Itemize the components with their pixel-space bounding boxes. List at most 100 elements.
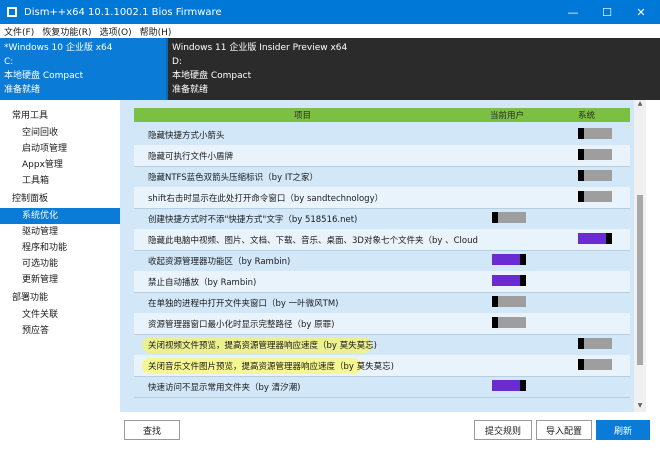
row-label: 隐藏此电脑中视频、图片、文档、下载、音乐、桌面、3D对象七个文件夹（by 、Cl… (148, 236, 478, 246)
current-user-toggle[interactable] (492, 254, 526, 265)
menu-restore[interactable]: 恢复功能(R) (38, 25, 95, 38)
sidebar-item-updates[interactable]: 更新管理 (0, 272, 120, 288)
current-user-toggle[interactable] (492, 296, 526, 307)
table-row[interactable]: 隐藏NTFS蓝色双箭头压缩标识（by IT之家） (134, 166, 630, 188)
row-label: 隐藏NTFS蓝色双箭头压缩标识（by IT之家） (148, 173, 319, 183)
row-label: 快速访问不显示常用文件夹（by 清汐潮) (148, 383, 301, 393)
table-row[interactable]: 在单独的进程中打开文件夹窗口（by 一叶微风TM) (134, 292, 630, 314)
toggle-knob (578, 128, 584, 139)
current-user-toggle[interactable] (492, 275, 526, 286)
session-disk: 本地硬盘 Compact (172, 71, 252, 81)
session-name: *Windows 10 企业版 x64 (4, 43, 113, 53)
sidebar-item-file-assoc[interactable]: 文件关联 (0, 307, 120, 323)
maximize-icon[interactable]: ☐ (590, 0, 624, 24)
close-icon[interactable]: ✕ (624, 0, 658, 24)
submit-rule-button[interactable]: 提交规则 (474, 420, 532, 440)
table-row[interactable]: 创建快捷方式时不添"快捷方式"文字（by 518516.net) (134, 208, 630, 230)
session-disk: 本地硬盘 Compact (4, 71, 84, 81)
sidebar-item-programs[interactable]: 程序和功能 (0, 240, 120, 256)
refresh-button[interactable]: 刷新 (596, 420, 650, 440)
toggle-knob (520, 275, 526, 286)
menu-options[interactable]: 选项(O) (95, 25, 135, 38)
system-toggle[interactable] (578, 233, 612, 244)
table-row[interactable]: shift右击时显示在此处打开命令窗口（by sandtechnology） (134, 187, 630, 209)
toggle-knob (492, 296, 498, 307)
column-header-current-user[interactable]: 当前用户 (490, 109, 524, 121)
system-toggle[interactable] (578, 191, 612, 202)
row-label: shift右击时显示在此处打开命令窗口（by sandtechnology） (148, 194, 384, 204)
import-config-button[interactable]: 导入配置 (536, 420, 592, 440)
watermark-name: amdsound (575, 445, 654, 463)
row-label: 在单独的进程中打开文件夹窗口（by 一叶微风TM) (148, 299, 339, 309)
watermark: bilibili amdsound (522, 445, 654, 463)
current-user-toggle[interactable] (492, 212, 526, 223)
sidebar-item-optional-features[interactable]: 可选功能 (0, 256, 120, 272)
table-row[interactable]: 隐藏快捷方式小箭头 (134, 124, 630, 146)
session-drive: D: (172, 57, 182, 67)
toggle-knob (578, 149, 584, 160)
nav-group-tools: 常用工具 (12, 111, 49, 121)
row-label: 资源管理器窗口最小化时显示完整路径（by 原罪) (148, 320, 335, 330)
row-label: 关闭视频文件预览，提高资源管理器响应速度（by 莫失莫忘) (148, 341, 377, 351)
app-icon (6, 6, 18, 18)
session-status: 准备就绪 (4, 85, 41, 95)
menu-help[interactable]: 帮助(H) (136, 25, 176, 38)
column-header-system[interactable]: 系统 (578, 109, 595, 121)
row-label: 隐藏可执行文件小盾牌 (148, 152, 234, 162)
minimize-icon[interactable]: — (556, 0, 590, 24)
current-user-toggle[interactable] (492, 317, 526, 328)
toggle-knob (578, 359, 584, 370)
row-label: 隐藏快捷方式小箭头 (148, 131, 225, 141)
nav-group-control-panel: 控制面板 (12, 194, 49, 204)
table-row[interactable]: 收起资源管理器功能区（by Rambin) (134, 250, 630, 272)
table-row[interactable]: 隐藏此电脑中视频、图片、文档、下载、音乐、桌面、3D对象七个文件夹（by 、Cl… (134, 229, 630, 251)
row-label: 创建快捷方式时不添"快捷方式"文字（by 518516.net) (148, 215, 358, 225)
table-row[interactable]: 隐藏可执行文件小盾牌 (134, 145, 630, 167)
current-user-toggle[interactable] (492, 380, 526, 391)
scroll-down-icon[interactable]: ▼ (634, 402, 646, 412)
scrollbar[interactable]: ▲ ▼ (634, 100, 646, 412)
find-button[interactable]: 查找 (124, 420, 180, 440)
optimization-table: 项目 当前用户 系统 隐藏快捷方式小箭头 隐藏可执行文件小盾牌隐藏NTFS蓝色双箭… (120, 100, 646, 412)
system-toggle[interactable] (578, 170, 612, 181)
menu-bar: 文件(F) 恢复功能(R) 选项(O) 帮助(H) (0, 24, 660, 39)
column-header-item[interactable]: 项目 (294, 109, 311, 121)
toggle-knob (520, 254, 526, 265)
session-current[interactable]: *Windows 10 企业版 x64 C: 本地硬盘 Compact 准备就绪 (0, 38, 166, 100)
title-bar[interactable]: Dism++x64 10.1.1002.1 Bios Firmware — ☐ … (0, 0, 660, 24)
session-drive: C: (4, 57, 14, 67)
table-row[interactable]: 资源管理器窗口最小化时显示完整路径（by 原罪) (134, 313, 630, 335)
table-row[interactable]: 快速访问不显示常用文件夹（by 清汐潮) (134, 376, 630, 398)
row-label: 关闭音乐文件图片预览，提高资源管理器响应速度（by 莫失莫忘) (148, 362, 394, 372)
row-label: 收起资源管理器功能区（by Rambin) (148, 257, 291, 267)
sidebar-item-toolbox[interactable]: 工具箱 (0, 173, 120, 189)
session-other[interactable]: Windows 11 企业版 Insider Preview x64 D: 本地… (166, 38, 660, 100)
nav-group-deploy: 部署功能 (12, 293, 49, 303)
sidebar-item-space-cleanup[interactable]: 空间回收 (0, 125, 120, 141)
sidebar: 常用工具 空间回收 启动项管理 Appx管理 工具箱 控制面板 系统优化 驱动管… (0, 100, 121, 412)
app-window: Dism++x64 10.1.1002.1 Bios Firmware — ☐ … (0, 0, 660, 465)
system-toggle[interactable] (578, 128, 612, 139)
system-toggle[interactable] (578, 359, 612, 370)
toggle-knob (520, 380, 526, 391)
table-row[interactable]: 关闭视频文件预览，提高资源管理器响应速度（by 莫失莫忘) (134, 334, 630, 356)
toggle-knob (492, 212, 498, 223)
sidebar-item-answer-file[interactable]: 预应答 (0, 323, 120, 339)
system-toggle[interactable] (578, 338, 612, 349)
system-toggle[interactable] (578, 149, 612, 160)
toggle-knob (578, 191, 584, 202)
table-row[interactable]: 禁止自动播放（by Rambin) (134, 271, 630, 293)
sidebar-item-system-optimize[interactable]: 系统优化 (0, 208, 120, 224)
bilibili-logo: bilibili (522, 446, 572, 462)
toggle-knob (578, 338, 584, 349)
toggle-knob (578, 170, 584, 181)
sidebar-item-startup[interactable]: 启动项管理 (0, 141, 120, 157)
row-label: 禁止自动播放（by Rambin) (148, 278, 257, 288)
scroll-up-icon[interactable]: ▲ (634, 100, 646, 110)
sidebar-item-appx[interactable]: Appx管理 (0, 157, 120, 173)
scrollbar-thumb[interactable] (637, 195, 643, 365)
table-row[interactable]: 关闭音乐文件图片预览，提高资源管理器响应速度（by 莫失莫忘) (134, 355, 630, 377)
session-status: 准备就绪 (172, 85, 209, 95)
sidebar-item-drivers[interactable]: 驱动管理 (0, 224, 120, 240)
menu-file[interactable]: 文件(F) (0, 25, 38, 38)
